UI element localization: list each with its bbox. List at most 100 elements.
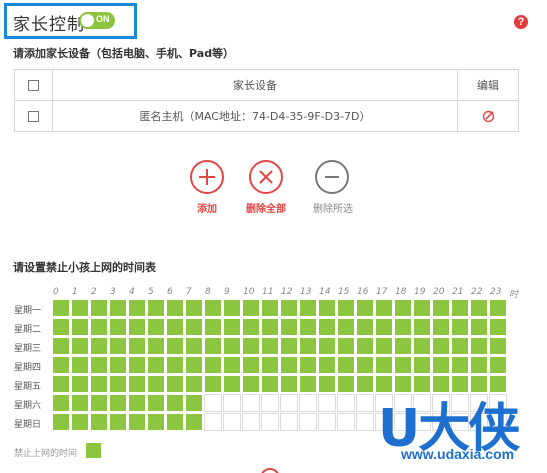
schedule-cell[interactable] — [52, 356, 70, 374]
schedule-cell[interactable] — [261, 394, 279, 412]
schedule-cell[interactable] — [432, 356, 450, 374]
schedule-cell[interactable] — [128, 299, 146, 317]
schedule-cell[interactable] — [413, 318, 431, 336]
schedule-cell[interactable] — [185, 413, 203, 431]
schedule-cell[interactable] — [356, 413, 374, 431]
schedule-cell[interactable] — [223, 337, 241, 355]
schedule-cell[interactable] — [71, 413, 89, 431]
delete-all-label[interactable]: 删除全部 — [236, 200, 296, 215]
schedule-cell[interactable] — [299, 337, 317, 355]
schedule-cell[interactable] — [166, 356, 184, 374]
schedule-cell[interactable] — [109, 375, 127, 393]
schedule-cell[interactable] — [147, 299, 165, 317]
schedule-cell[interactable] — [109, 337, 127, 355]
schedule-cell[interactable] — [185, 394, 203, 412]
schedule-cell[interactable] — [413, 337, 431, 355]
schedule-cell[interactable] — [356, 394, 374, 412]
schedule-cell[interactable] — [489, 356, 507, 374]
schedule-cell[interactable] — [451, 318, 469, 336]
schedule-cell[interactable] — [318, 394, 336, 412]
schedule-cell[interactable] — [261, 337, 279, 355]
schedule-cell[interactable] — [489, 299, 507, 317]
schedule-cell[interactable] — [394, 356, 412, 374]
schedule-cell[interactable] — [470, 299, 488, 317]
schedule-cell[interactable] — [470, 337, 488, 355]
schedule-cell[interactable] — [166, 394, 184, 412]
schedule-cell[interactable] — [470, 318, 488, 336]
schedule-cell[interactable] — [166, 318, 184, 336]
schedule-cell[interactable] — [242, 356, 260, 374]
schedule-cell[interactable] — [375, 299, 393, 317]
schedule-cell[interactable] — [261, 299, 279, 317]
schedule-cell[interactable] — [242, 375, 260, 393]
schedule-cell[interactable] — [413, 299, 431, 317]
schedule-cell[interactable] — [318, 375, 336, 393]
schedule-cell[interactable] — [299, 375, 317, 393]
schedule-cell[interactable] — [337, 356, 355, 374]
schedule-cell[interactable] — [337, 394, 355, 412]
schedule-cell[interactable] — [52, 375, 70, 393]
schedule-cell[interactable] — [280, 299, 298, 317]
schedule-cell[interactable] — [299, 299, 317, 317]
schedule-cell[interactable] — [52, 337, 70, 355]
schedule-cell[interactable] — [90, 337, 108, 355]
schedule-cell[interactable] — [90, 299, 108, 317]
schedule-cell[interactable] — [337, 375, 355, 393]
schedule-cell[interactable] — [147, 337, 165, 355]
schedule-cell[interactable] — [185, 299, 203, 317]
schedule-cell[interactable] — [223, 299, 241, 317]
schedule-cell[interactable] — [166, 413, 184, 431]
schedule-cell[interactable] — [337, 413, 355, 431]
schedule-cell[interactable] — [375, 318, 393, 336]
schedule-cell[interactable] — [432, 337, 450, 355]
schedule-cell[interactable] — [204, 375, 222, 393]
schedule-cell[interactable] — [280, 394, 298, 412]
schedule-cell[interactable] — [261, 413, 279, 431]
schedule-cell[interactable] — [242, 394, 260, 412]
schedule-cell[interactable] — [90, 375, 108, 393]
schedule-cell[interactable] — [337, 299, 355, 317]
schedule-cell[interactable] — [128, 375, 146, 393]
schedule-cell[interactable] — [318, 318, 336, 336]
schedule-cell[interactable] — [299, 318, 317, 336]
schedule-cell[interactable] — [52, 413, 70, 431]
schedule-cell[interactable] — [432, 318, 450, 336]
schedule-cell[interactable] — [261, 318, 279, 336]
schedule-cell[interactable] — [261, 356, 279, 374]
schedule-cell[interactable] — [71, 337, 89, 355]
schedule-cell[interactable] — [166, 299, 184, 317]
schedule-cell[interactable] — [242, 413, 260, 431]
select-all-checkbox[interactable] — [28, 80, 39, 91]
schedule-cell[interactable] — [280, 375, 298, 393]
row-checkbox[interactable] — [28, 111, 39, 122]
schedule-cell[interactable] — [90, 394, 108, 412]
schedule-cell[interactable] — [394, 299, 412, 317]
schedule-cell[interactable] — [147, 356, 165, 374]
schedule-cell[interactable] — [489, 318, 507, 336]
schedule-cell[interactable] — [109, 394, 127, 412]
schedule-cell[interactable] — [147, 394, 165, 412]
schedule-cell[interactable] — [489, 337, 507, 355]
schedule-cell[interactable] — [128, 413, 146, 431]
schedule-cell[interactable] — [261, 375, 279, 393]
schedule-cell[interactable] — [280, 413, 298, 431]
schedule-cell[interactable] — [451, 337, 469, 355]
schedule-cell[interactable] — [185, 337, 203, 355]
schedule-cell[interactable] — [147, 375, 165, 393]
schedule-cell[interactable] — [204, 356, 222, 374]
delete-selected-button[interactable] — [315, 160, 349, 194]
schedule-cell[interactable] — [185, 375, 203, 393]
schedule-cell[interactable] — [470, 356, 488, 374]
schedule-cell[interactable] — [185, 318, 203, 336]
schedule-cell[interactable] — [166, 375, 184, 393]
schedule-cell[interactable] — [185, 356, 203, 374]
schedule-cell[interactable] — [356, 375, 374, 393]
schedule-cell[interactable] — [109, 413, 127, 431]
schedule-cell[interactable] — [204, 413, 222, 431]
schedule-cell[interactable] — [71, 356, 89, 374]
schedule-cell[interactable] — [71, 394, 89, 412]
schedule-cell[interactable] — [223, 413, 241, 431]
schedule-cell[interactable] — [413, 356, 431, 374]
schedule-cell[interactable] — [223, 394, 241, 412]
schedule-cell[interactable] — [356, 299, 374, 317]
